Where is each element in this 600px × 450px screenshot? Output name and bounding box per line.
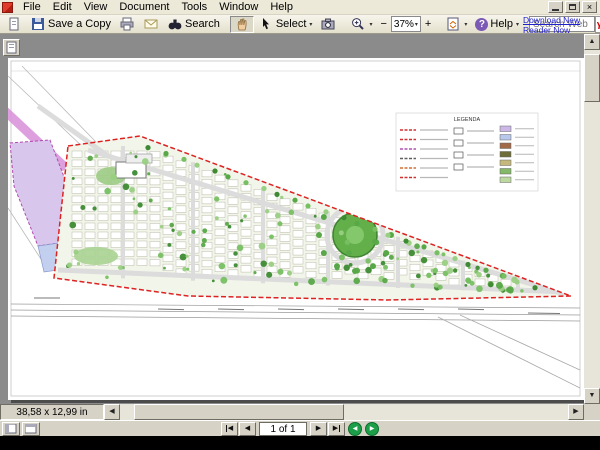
pages-panel-icon xyxy=(5,41,18,54)
binoculars-icon xyxy=(167,16,183,32)
download-reader-link[interactable]: Download New Reader Now xyxy=(523,16,597,36)
first-page-icon: ◀ xyxy=(226,425,233,432)
menu-edit[interactable]: Edit xyxy=(47,0,78,15)
horizontal-scroll-thumb[interactable] xyxy=(134,404,344,420)
menu-bar: File Edit View Document Tools Window Hel… xyxy=(0,0,600,15)
adobe-pdf-icon xyxy=(2,2,13,13)
vertical-scroll-thumb[interactable] xyxy=(584,54,600,102)
scrollbar-corner xyxy=(584,404,600,420)
document-icon xyxy=(6,16,22,32)
vertical-scrollbar[interactable]: ▲ ▼ xyxy=(584,34,600,404)
save-a-copy-button[interactable]: Save a Copy xyxy=(26,16,115,33)
last-page-icon: ▶ xyxy=(333,425,340,432)
scroll-left-button[interactable]: ◀ xyxy=(104,404,120,420)
scroll-up-button[interactable]: ▲ xyxy=(584,34,600,50)
page-size-indicator: 38,58 x 12,99 in xyxy=(0,404,104,420)
minimize-button[interactable] xyxy=(548,1,563,13)
select-label: Select xyxy=(276,18,307,30)
page-position-indicator[interactable]: 1 of 1 xyxy=(259,422,307,436)
toolbar-toggle-icon xyxy=(25,424,37,434)
envelope-icon xyxy=(143,16,159,32)
printer-icon xyxy=(119,16,135,32)
zoom-level-combo[interactable]: 37% ▾ xyxy=(391,16,421,32)
next-view-button[interactable]: ▶ xyxy=(365,422,379,436)
menu-file[interactable]: File xyxy=(17,0,47,15)
help-button[interactable]: ? Help ▾ xyxy=(471,16,523,33)
select-arrow-icon xyxy=(258,16,274,32)
scroll-right-button[interactable]: ▶ xyxy=(568,404,584,420)
search-button[interactable]: Search xyxy=(163,16,224,33)
window-controls: × xyxy=(548,1,600,13)
menu-window[interactable]: Window xyxy=(213,0,264,15)
camera-icon xyxy=(320,16,336,32)
print-button[interactable] xyxy=(115,16,139,33)
horizontal-scrollbar-row: 38,58 x 12,99 in ◀ ▶ xyxy=(0,404,600,420)
menu-help[interactable]: Help xyxy=(264,0,299,15)
restore-icon xyxy=(569,4,576,10)
save-a-copy-label: Save a Copy xyxy=(48,18,111,30)
legend-title: LEGENDA xyxy=(454,117,481,123)
fit-page-button[interactable]: ▾ xyxy=(441,16,471,33)
help-dropdown-icon[interactable]: ▾ xyxy=(516,21,519,28)
last-page-button[interactable]: ▶ xyxy=(328,422,345,436)
document-pane: LEGENDA ▲ ▼ xyxy=(0,34,600,404)
hand-tool-button[interactable] xyxy=(230,16,254,33)
pages-panel-button[interactable] xyxy=(3,39,20,56)
status-bar: ◀ ◀ 1 of 1 ▶ ▶ ◀ ▶ xyxy=(0,420,600,436)
menu-tools[interactable]: Tools xyxy=(176,0,214,15)
magnifier-plus-icon xyxy=(350,16,366,32)
screenshot: File Edit View Document Tools Window Hel… xyxy=(0,0,600,450)
hand-icon xyxy=(234,16,250,32)
restore-button[interactable] xyxy=(565,1,580,13)
select-dropdown-icon[interactable]: ▾ xyxy=(309,21,312,28)
document-button[interactable] xyxy=(2,16,26,33)
zoom-tool-dropdown-icon[interactable]: ▾ xyxy=(369,21,372,28)
email-button[interactable] xyxy=(139,16,163,33)
menu-view[interactable]: View xyxy=(78,0,114,15)
help-label: Help xyxy=(490,18,513,30)
scroll-down-button[interactable]: ▼ xyxy=(584,388,600,404)
panel-icon xyxy=(5,424,17,434)
first-page-button[interactable]: ◀ xyxy=(221,422,238,436)
zoom-out-button[interactable]: − xyxy=(376,16,390,33)
zoom-level-value: 37% xyxy=(394,19,414,30)
toolbar: Save a Copy Search xyxy=(0,15,600,34)
close-button[interactable]: × xyxy=(582,1,597,13)
previous-view-button[interactable]: ◀ xyxy=(348,422,362,436)
legend: LEGENDA xyxy=(396,113,538,191)
fit-page-dropdown-icon[interactable]: ▾ xyxy=(464,21,467,28)
toggle-panel-button[interactable] xyxy=(2,422,20,436)
search-label: Search xyxy=(185,18,220,30)
adobe-reader-window: File Edit View Document Tools Window Hel… xyxy=(0,0,600,436)
fit-page-icon xyxy=(445,16,461,32)
page-navigation: ◀ ◀ 1 of 1 ▶ ▶ ◀ ▶ xyxy=(221,422,379,436)
zoom-in-button[interactable]: + xyxy=(421,16,435,33)
help-icon: ? xyxy=(475,18,488,31)
horizontal-scroll-track[interactable] xyxy=(120,404,568,420)
pdf-page: LEGENDA xyxy=(8,58,584,400)
zoom-tool-button[interactable]: ▾ xyxy=(346,16,376,33)
zoom-level-dropdown-icon[interactable]: ▾ xyxy=(415,21,418,28)
minimize-icon xyxy=(552,9,559,11)
select-tool-button[interactable]: Select ▾ xyxy=(254,16,317,33)
floppy-disk-icon xyxy=(30,16,46,32)
snapshot-button[interactable] xyxy=(316,16,340,33)
site-plan-map: LEGENDA xyxy=(8,58,584,400)
toggle-toolbar-button[interactable] xyxy=(22,422,40,436)
next-page-button[interactable]: ▶ xyxy=(310,422,327,436)
previous-page-button[interactable]: ◀ xyxy=(239,422,256,436)
menu-document[interactable]: Document xyxy=(113,0,175,15)
